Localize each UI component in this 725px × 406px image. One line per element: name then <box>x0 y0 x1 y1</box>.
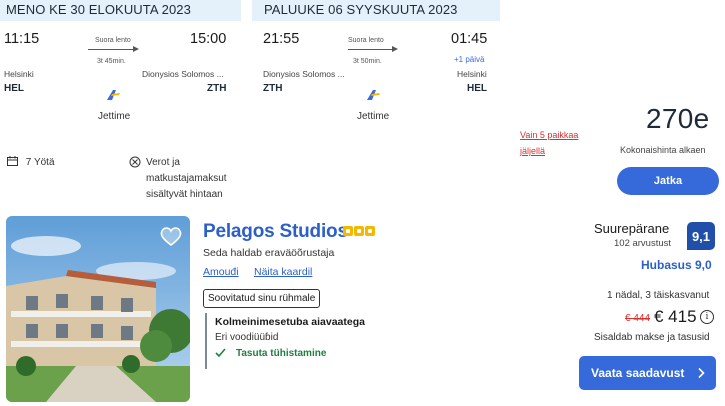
outbound-to-code: ZTH <box>207 83 227 94</box>
return-to-city: Helsinki <box>457 69 487 79</box>
taxes-included-icon <box>129 156 141 168</box>
amenities-link[interactable]: Amouđi <box>203 266 239 278</box>
chevron-right-icon <box>698 367 705 379</box>
hotel-name-link[interactable]: Pelagos Studios <box>203 221 348 243</box>
package-price: 270e <box>646 103 710 134</box>
package-price-label: Kokonaishinta alkaen <box>620 145 706 155</box>
return-header: PALUUKE 06 SYYSKUUTA 2023 <box>252 0 500 21</box>
favorite-heart-icon[interactable] <box>159 225 183 247</box>
outbound-route-line <box>88 49 133 50</box>
stay-summary: 1 nädal, 3 täiskasvanut <box>607 290 710 301</box>
return-airline: Jettime <box>357 111 390 122</box>
arrow-right-icon <box>392 46 398 52</box>
hotel-stars <box>343 226 375 236</box>
group-recommendation-tag: Soovitatud sinu rühmale <box>203 289 321 308</box>
seats-left-notice: Vain 5 paikkaa jäljellä <box>520 127 578 159</box>
return-route-line <box>348 49 392 50</box>
nights-info: 7 Yötä <box>7 155 55 171</box>
nights-label: 7 Yötä <box>25 157 55 168</box>
seats-left-line-1: Vain 5 paikkaa <box>520 130 579 140</box>
return-plus-day: +1 päivä <box>454 55 485 64</box>
outbound-from-city: Helsinki <box>4 69 34 79</box>
return-arrive-time: 01:45 <box>451 31 488 47</box>
star-icon <box>354 226 364 236</box>
outbound-duration: 3t 45min. <box>97 58 126 65</box>
review-score-badge: 9,1 <box>687 222 715 250</box>
taxes-line-1: Verot ja <box>146 157 180 168</box>
airline-logo-icon <box>367 90 380 100</box>
seats-left-line-2: jäljellä <box>520 146 546 156</box>
room-type: Kolmeinimesetuba aiavaatega <box>215 316 365 328</box>
outbound-depart-time: 11:15 <box>4 31 40 47</box>
star-icon <box>365 226 375 236</box>
room-divider <box>205 313 207 369</box>
original-price: € 444 <box>625 313 651 324</box>
outbound-header: MENO KE 30 ELOKUUTA 2023 <box>0 0 241 21</box>
return-duration: 3t 50min. <box>353 58 382 65</box>
return-flight-panel: PALUUKE 06 SYYSKUUTA 2023 21:55 Suora le… <box>252 0 500 138</box>
view-deal-button[interactable]: Vaata saadavust <box>579 356 716 390</box>
checkmark-icon <box>215 348 226 358</box>
return-to-code: HEL <box>467 83 487 94</box>
calendar-icon <box>7 156 18 166</box>
taxes-line-3: sisältyvät hintaan <box>146 189 223 200</box>
outbound-from-code: HEL <box>4 83 24 94</box>
rating-word: Suurepärane <box>594 221 670 236</box>
outbound-to-city: Dionysios Solomos ... <box>142 69 224 79</box>
hotel-operator: Seda haldab eraväöõrustaja <box>203 247 335 259</box>
return-depart-time: 21:55 <box>263 31 300 47</box>
taxes-line-2: matkustajamaksut <box>146 173 227 184</box>
outbound-direct-label: Suora lento <box>95 37 131 44</box>
star-icon <box>343 226 353 236</box>
outbound-arrive-time: 15:00 <box>190 31 227 47</box>
bed-type: Eri voodiüüɓid <box>215 332 279 343</box>
return-from-city: Dionysios Solomos ... <box>263 69 345 79</box>
free-cancellation: Tasuta tühistamine <box>236 348 327 359</box>
arrow-right-icon <box>133 46 139 52</box>
outbound-airline: Jettime <box>98 111 131 122</box>
taxes-included-note: Sisaldab makse ja tasusid <box>594 332 710 343</box>
show-on-map-link[interactable]: Näita kaardil <box>254 266 312 278</box>
airline-logo-icon <box>107 90 120 100</box>
current-price: € 415 <box>654 307 697 326</box>
price-info-icon[interactable]: i <box>700 310 714 324</box>
review-count: 102 arvustust <box>614 238 672 249</box>
return-from-code: ZTH <box>263 83 283 94</box>
view-deal-label: Vaata saadavust <box>591 366 685 380</box>
outbound-flight-panel: MENO KE 30 ELOKUUTA 2023 11:15 Suora len… <box>0 0 241 138</box>
continue-button[interactable]: Jatka <box>617 167 719 195</box>
taxes-info: Verot ja matkustajamaksut sisältyvät hin… <box>146 155 227 203</box>
return-direct-label: Suora lento <box>348 37 384 44</box>
comfort-score: Hubasus 9,0 <box>641 258 712 272</box>
